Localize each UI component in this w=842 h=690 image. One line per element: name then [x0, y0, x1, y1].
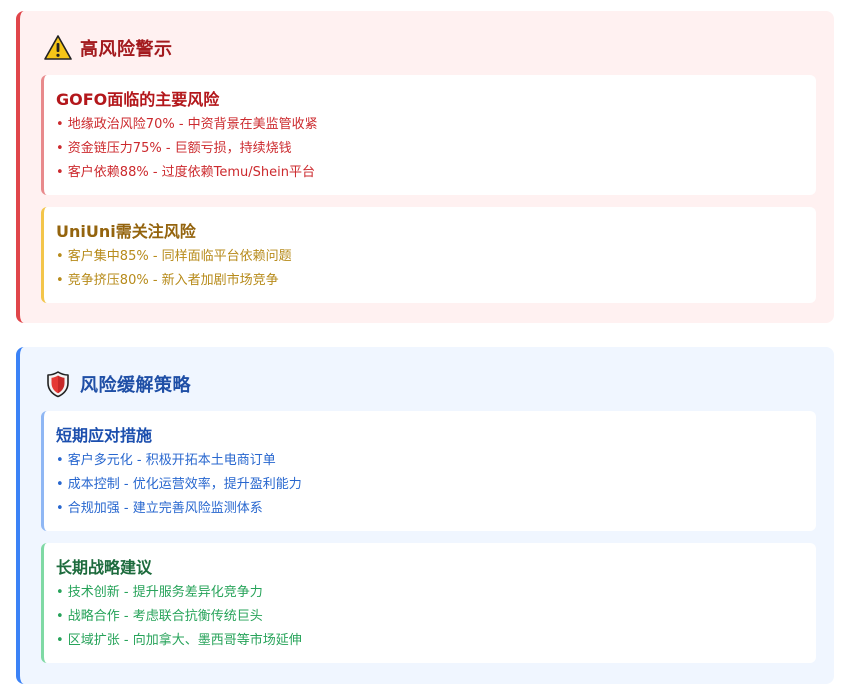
risk-panel-header: 高风险警示: [44, 33, 173, 63]
gofo-risk-card-title: GOFO面临的主要风险: [56, 90, 220, 109]
risk-panel-title: 高风险警示: [80, 39, 173, 60]
list-item: • 地缘政治风险70% - 中资背景在美监管收紧: [56, 117, 318, 132]
long-term-strategy-card: 长期战略建议 • 技术创新 - 提升服务差异化竞争力 • 战略合作 - 考虑联合…: [41, 543, 816, 663]
uniuni-risk-card: UniUni需关注风险 • 客户集中85% - 同样面临平台依赖问题 • 竞争挤…: [41, 207, 816, 303]
list-item: • 技术创新 - 提升服务差异化竞争力: [56, 585, 263, 600]
list-item: • 竞争挤压80% - 新入者加剧市场竞争: [56, 273, 279, 288]
uniuni-risk-list: • 客户集中85% - 同样面临平台依赖问题 • 竞争挤压80% - 新入者加剧…: [56, 245, 816, 293]
strategy-panel-title: 风险缓解策略: [80, 375, 191, 396]
list-item: • 客户多元化 - 积极开拓本土电商订单: [56, 453, 276, 468]
list-item: • 资金链压力75% - 巨额亏损，持续烧钱: [56, 141, 292, 156]
risk-mitigation-panel: 风险缓解策略 短期应对措施 • 客户多元化 - 积极开拓本土电商订单 • 成本控…: [16, 347, 834, 684]
list-item: • 区域扩张 - 向加拿大、墨西哥等市场延伸: [56, 633, 302, 648]
short-term-list: • 客户多元化 - 积极开拓本土电商订单 • 成本控制 - 优化运营效率，提升盈…: [56, 449, 816, 521]
high-risk-warning-panel: 高风险警示 GOFO面临的主要风险 • 地缘政治风险70% - 中资背景在美监管…: [16, 11, 834, 323]
gofo-risk-list: • 地缘政治风险70% - 中资背景在美监管收紧 • 资金链压力75% - 巨额…: [56, 113, 816, 185]
short-term-measures-card: 短期应对措施 • 客户多元化 - 积极开拓本土电商订单 • 成本控制 - 优化运…: [41, 411, 816, 531]
list-item: • 客户依赖88% - 过度依赖Temu/Shein平台: [56, 165, 316, 180]
long-term-card-title: 长期战略建议: [56, 558, 153, 577]
list-item: • 战略合作 - 考虑联合抗衡传统巨头: [56, 609, 263, 624]
uniuni-risk-card-title: UniUni需关注风险: [56, 222, 196, 241]
list-item: • 合规加强 - 建立完善风险监测体系: [56, 501, 263, 516]
shield-icon: [44, 370, 72, 398]
list-item: • 成本控制 - 优化运营效率，提升盈利能力: [56, 477, 302, 492]
list-item: • 客户集中85% - 同样面临平台依赖问题: [56, 249, 292, 264]
short-term-card-title: 短期应对措施: [56, 426, 153, 445]
long-term-list: • 技术创新 - 提升服务差异化竞争力 • 战略合作 - 考虑联合抗衡传统巨头 …: [56, 581, 816, 653]
warning-icon: [44, 34, 72, 62]
gofo-risk-card: GOFO面临的主要风险 • 地缘政治风险70% - 中资背景在美监管收紧 • 资…: [41, 75, 816, 195]
strategy-panel-header: 风险缓解策略: [44, 369, 191, 399]
